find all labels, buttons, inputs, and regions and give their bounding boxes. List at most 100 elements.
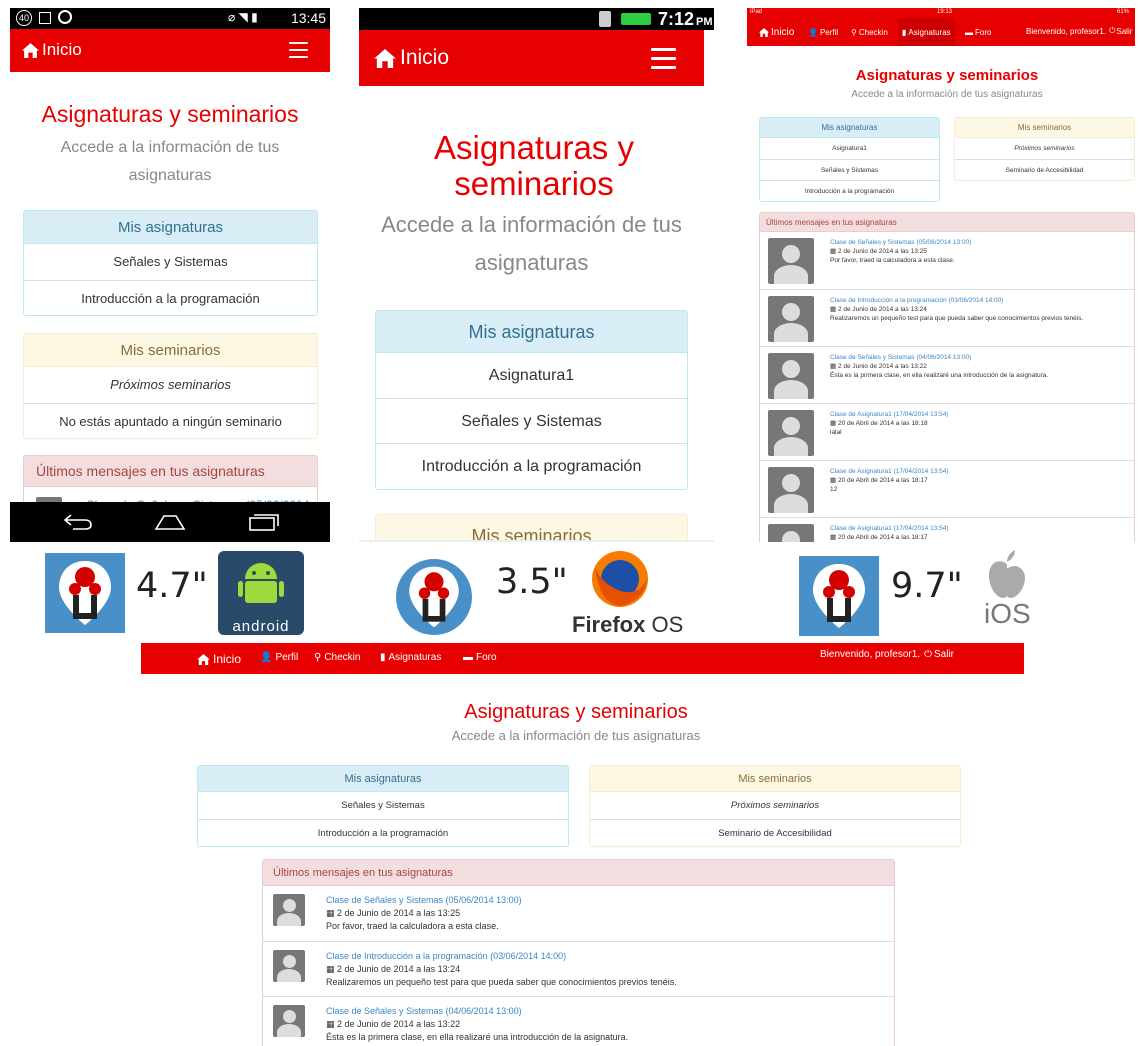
subject-item[interactable]: Introducción a la programación [376,443,687,488]
subject-item[interactable]: Asignatura1 [760,138,939,159]
list-item: Clase de Introducción a la programación … [263,941,894,996]
accessibility-seminar-item[interactable]: Seminario de Accesibilidad [590,819,960,846]
list-item: Clase de Señales y Sistemas (04/06/2014 … [760,346,1134,403]
upcoming-seminars-item[interactable]: Próximos seminarios [24,367,317,403]
android-nav-buttons [10,502,330,542]
message-link[interactable]: Clase de Asignatura1 (17/04/2014 13:54) [830,410,949,419]
seminars-panel-title: Mis seminarios [376,515,687,542]
ios-os-label: iOS [984,598,1031,629]
accessibility-seminar-item[interactable]: Seminario de Accesibilidad [955,159,1134,180]
book-icon: ▮ [380,652,386,663]
recent-apps-icon[interactable] [248,513,280,531]
message-date: ▦ 2 de Junio de 2014 a las 13:25 [830,248,927,255]
ios-status-bar: iPad 19:13 61% [747,8,1135,18]
ios-screen: iPad 19:13 61% Inicio 👤 Perfil ⚲ Checkin ▮… [747,8,1135,542]
subjects-panel-title: Mis asignaturas [760,118,939,138]
nav-forum-link[interactable]: ▬ Foro [463,652,497,663]
avatar-icon [273,950,305,982]
nav-home-link[interactable]: Inicio [197,652,241,666]
message-link[interactable]: Clase de Introducción a la programación … [830,296,1083,305]
message-date: ▦ 2 de Junio de 2014 a las 13:22 [326,1019,461,1029]
seminars-panel-title: Mis seminarios [955,118,1134,138]
ios-navbar: Inicio 👤 Perfil ⚲ Checkin ▮ Asignaturas ▬ Fo… [747,18,1135,46]
subject-item[interactable]: Señales y Sistemas [760,159,939,180]
message-text: Realizaremos un pequeño test para que pu… [830,315,1084,322]
nav-checkin-link[interactable]: ⚲ Checkin [314,652,360,663]
message-list: Clase de Señales y Sistemas (05/06/2014 … [263,886,894,1046]
nav-subjects-link[interactable]: ▮ Asignaturas [380,652,441,663]
subjects-panel-title: Mis asignaturas [376,311,687,353]
home-icon [374,48,396,68]
android-status-bar: 40 ⌀ ◥ ▮ 13:45 [10,8,330,29]
subjects-panel: Mis asignaturas Señales y Sistemas Intro… [197,765,569,847]
calendar-icon: ▦ [830,420,838,427]
logout-link[interactable]: Salir [934,649,954,660]
message-link[interactable]: Clase de Señales y Sistemas (04/06/2014 … [326,1005,628,1018]
subject-item[interactable]: Señales y Sistemas [24,244,317,280]
nav-subjects-link[interactable]: ▮ Asignaturas [898,18,955,46]
list-item: Clase de Asignatura1 (17/04/2014 13:54) … [760,403,1134,460]
message-link[interactable]: Clase de Señales y Sistemas (05/06/2014 … [326,894,522,907]
nav-welcome: Bienvenido, profesor1. ⏻ Salir [820,649,955,660]
firefox-clock: 7:12 PM [658,9,713,29]
seminars-panel: Mis seminarios Próximos seminarios No es… [23,333,318,439]
list-item: Clase de Señales y Sistemas (04/06/2014 … [263,996,894,1046]
nav-forum-link[interactable]: ▬ Foro [965,28,991,37]
nav-home-link[interactable]: Inicio [759,27,794,38]
home-button-icon[interactable] [154,513,186,531]
power-icon: ⏻ [924,649,932,660]
subjects-panel: Mis asignaturas Señales y Sistemas Intro… [23,210,318,316]
nav-home-link[interactable]: Inicio [374,46,449,70]
message-link[interactable]: Clase de Asignatura1 (17/04/2014 13:54) [830,467,949,476]
hamburger-icon[interactable] [651,48,676,69]
message-text: Realizaremos un pequeño test para que pu… [326,977,677,987]
calendar-icon: ▦ [830,363,838,370]
message-link[interactable]: Clase de Señales y Sistemas (05/06/2014 … [830,238,971,247]
firefox-bottom-fade [359,540,714,542]
home-icon [759,28,769,37]
list-item: Clase de Señales y Sistemas (05/06/2014 … [760,232,1134,289]
logout-link[interactable]: Salir [1116,27,1132,36]
nav-home-link[interactable]: Inicio [22,40,82,60]
subject-item[interactable]: Asignatura1 [376,353,687,398]
back-icon[interactable] [63,513,93,531]
message-link[interactable]: Clase de Asignatura1 (17/04/2014 13:54) [830,524,949,533]
seminars-panel-title: Mis seminarios [24,334,317,367]
hamburger-icon[interactable] [289,42,308,58]
seminars-panel: Mis seminarios Próximos seminarios Semin… [589,765,961,847]
comment-icon: ▬ [965,28,973,37]
page-subtitle: Accede a la información de tus asignatur… [851,89,1043,100]
ios-battery: 61% [1116,9,1129,15]
upcoming-seminars-item[interactable]: Próximos seminarios [955,138,1134,159]
calendar-icon: ▦ [830,306,838,313]
android-os-label: android [232,618,290,635]
subtitle-line-2: asignaturas [128,167,212,184]
message-link[interactable]: Clase de Introducción a la programación … [326,950,677,963]
subject-item[interactable]: Introducción a la programación [24,280,317,315]
page-title: Asignaturas y seminarios [434,129,634,202]
subject-item[interactable]: Señales y Sistemas [198,792,568,819]
firefox-logo-icon [585,548,655,610]
upcoming-seminars-item[interactable]: Próximos seminarios [590,792,960,819]
ios-clock: 19:13 [937,9,953,15]
subject-item[interactable]: Introducción a la programación [760,180,939,201]
nav-checkin-link[interactable]: ⚲ Checkin [851,28,888,37]
nav-profile-link[interactable]: 👤 Perfil [260,652,298,663]
nav-profile-link[interactable]: 👤 Perfil [808,28,838,37]
message-text: Por favor, traed la calculadora a esta c… [326,921,499,931]
message-text: lalal [830,429,842,436]
message-link[interactable]: Clase de Señales y Sistemas (04/06/2014 … [830,353,1048,362]
message-date: ▦ 2 de Junio de 2014 a las 13:22 [830,363,927,370]
message-date: ▦ 2 de Junio de 2014 a las 13:25 [326,908,461,918]
messages-panel-title: Últimos mensajes en tus asignaturas [263,860,894,886]
subjects-panel-title: Mis asignaturas [198,766,568,792]
messages-panel: Últimos mensajes en tus asignaturas Clas… [759,212,1135,542]
subject-item[interactable]: Señales y Sistemas [376,398,687,443]
ios-carrier: iPad [750,9,763,15]
subject-item[interactable]: Introducción a la programación [198,819,568,846]
image-icon [39,12,51,24]
user-icon: 👤 [260,652,273,663]
calendar-icon: ▦ [830,248,838,255]
page-title: Asignaturas y seminarios [41,101,299,127]
avatar-icon [768,410,814,456]
